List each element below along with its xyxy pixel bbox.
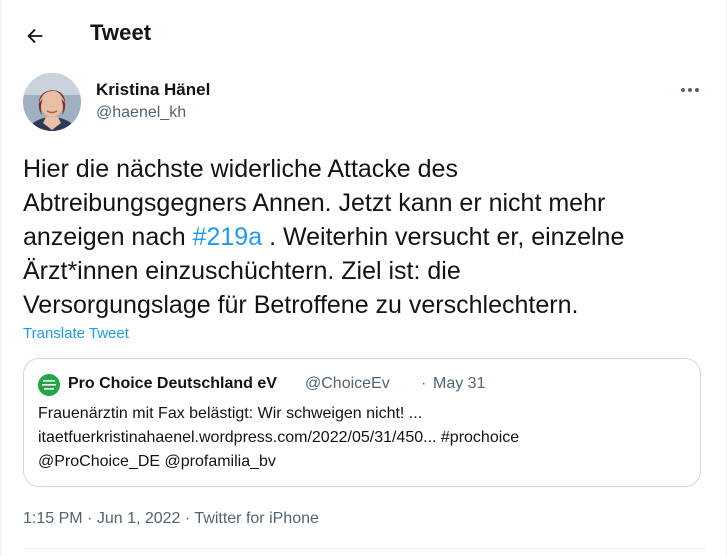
tweet-date[interactable]: Jun 1, 2022 xyxy=(97,510,181,527)
quote-text-line: itaetfuerkristinahaenel.wordpress.com/20… xyxy=(38,429,520,446)
tweet-text-line: Abtreibungsgegners Annen. Jetzt kann er … xyxy=(23,189,606,217)
tweet-text-line: Versorgungslage für Betroffene zu versch… xyxy=(23,291,579,319)
ellipsis-icon xyxy=(681,88,699,92)
meta-separator: · xyxy=(87,510,93,527)
back-button[interactable] xyxy=(15,16,55,56)
tweet-source-link[interactable]: Twitter for iPhone xyxy=(194,510,319,527)
tweet-text-line: Ärzt*innen einzuschüchtern. Ziel ist: di… xyxy=(23,257,461,285)
tweet-text-line: anzeigen nach #219a . Weiterhin versucht… xyxy=(23,220,713,254)
pro-choice-logo-icon xyxy=(38,374,60,396)
tweet-metadata: 1:15 PM · Jun 1, 2022 · Twitter for iPho… xyxy=(23,510,319,528)
quote-text-line: @ProChoice_DE @profamilia_bv xyxy=(38,453,276,470)
tweet-text-segment: anzeigen nach xyxy=(23,223,193,251)
tweet-detail-view: Tweet Kristina Hänel @haenel_kh Hier die… xyxy=(0,0,727,556)
quote-text: Frauenärztin mit Fax belästigt: Wir schw… xyxy=(38,402,688,474)
tweet-text-line: Hier die nächste widerliche Attacke des xyxy=(23,155,458,183)
arrow-left-icon xyxy=(27,28,43,44)
hashtag-link[interactable]: #219a xyxy=(193,223,263,251)
avatar[interactable] xyxy=(23,73,81,131)
quote-text-line: Frauenärztin mit Fax belästigt: Wir schw… xyxy=(38,405,423,422)
quoted-tweet[interactable]: Pro Choice Deutschland eV @ChoiceEv · Ma… xyxy=(23,358,701,487)
tweet-text: Hier die nächste widerliche Attacke des … xyxy=(23,152,713,322)
divider xyxy=(23,548,706,549)
more-options-button[interactable] xyxy=(673,79,707,101)
quote-date: May 31 xyxy=(433,375,486,392)
tweet-text-segment: . Weiterhin versucht er, einzelne xyxy=(262,223,625,251)
author-photo-icon xyxy=(23,73,81,131)
author-name[interactable]: Kristina Hänel xyxy=(96,80,210,100)
tweet-time[interactable]: 1:15 PM xyxy=(23,510,83,527)
author-handle[interactable]: @haenel_kh xyxy=(96,104,186,122)
quote-author-handle: @ChoiceEv xyxy=(305,375,390,392)
translate-tweet-link[interactable]: Translate Tweet xyxy=(23,325,129,342)
page-header: Tweet xyxy=(1,0,727,68)
quote-author-name: Pro Choice Deutschland eV xyxy=(68,375,277,392)
meta-separator: · xyxy=(184,510,191,527)
quote-separator: · xyxy=(421,375,427,392)
quote-avatar[interactable] xyxy=(38,374,60,396)
page-title: Tweet xyxy=(90,20,152,45)
